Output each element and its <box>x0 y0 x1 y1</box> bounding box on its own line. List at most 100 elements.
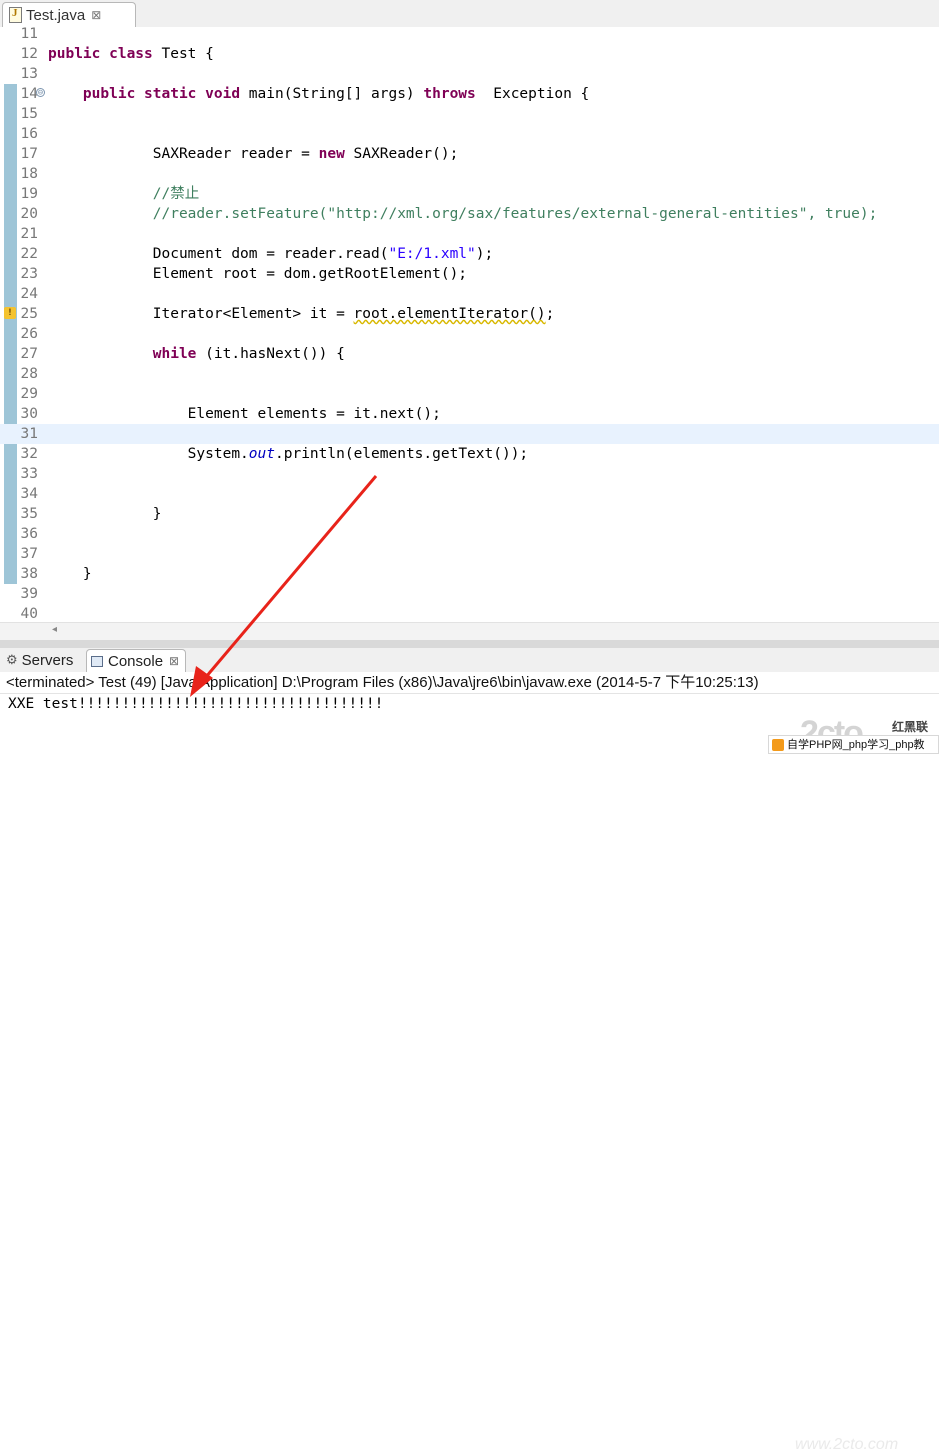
code-token: out <box>248 446 275 462</box>
tab-console-label: Console <box>108 652 164 670</box>
line-number: 32 <box>20 446 38 462</box>
code-token: //禁止 <box>152 186 200 202</box>
code-line[interactable]: 20 //reader.setFeature("http://xml.org/s… <box>0 204 939 224</box>
code-token: SAXReader reader = <box>48 146 319 162</box>
code-token: } <box>48 566 92 582</box>
line-number: 18 <box>20 166 38 182</box>
line-number: 25 <box>20 306 38 322</box>
code-text: System.out.println(elements.getText()); <box>48 444 529 464</box>
code-token: } <box>48 506 162 522</box>
code-line[interactable]: 40 <box>0 604 939 624</box>
code-text: Element root = dom.getRootElement(); <box>48 264 467 284</box>
horizontal-scrollbar[interactable]: ◂ <box>0 622 939 640</box>
code-line[interactable]: 38 } <box>0 564 939 584</box>
code-line[interactable]: 23 Element root = dom.getRootElement(); <box>0 264 939 284</box>
code-line[interactable]: 13 <box>0 64 939 84</box>
line-number: 37 <box>20 546 38 562</box>
code-line[interactable]: 28 <box>0 364 939 384</box>
code-line[interactable]: 32 System.out.println(elements.getText()… <box>0 444 939 464</box>
code-line[interactable]: 35 } <box>0 504 939 524</box>
code-token: .println(elements.getText()); <box>275 446 529 462</box>
servers-icon: ⚙ <box>6 652 18 667</box>
code-token: Element root = dom.getRootElement(); <box>48 266 468 282</box>
code-token: //reader.setFeature("http://xml.org/sax/… <box>152 206 878 222</box>
code-token: (it.hasNext()) { <box>196 346 345 362</box>
java-file-icon <box>9 7 22 23</box>
watermark-bar: 自学PHP网_php学习_php教 <box>768 735 939 754</box>
code-line[interactable]: 11 <box>0 24 939 44</box>
line-number: 19 <box>20 186 38 202</box>
line-number: 36 <box>20 526 38 542</box>
code-line[interactable]: 26 <box>0 324 939 344</box>
code-line[interactable]: 16 <box>0 124 939 144</box>
editor-tab-label: Test.java <box>26 6 86 24</box>
code-line[interactable]: 34 <box>0 484 939 504</box>
line-number: 17 <box>20 146 38 162</box>
code-token: main(String[] args) <box>240 86 424 102</box>
code-line[interactable]: 31 <box>0 424 939 444</box>
scroll-left-icon[interactable]: ◂ <box>52 624 57 635</box>
code-token: ); <box>475 246 494 262</box>
code-line[interactable]: 19 //禁止 <box>0 184 939 204</box>
code-token: SAXReader(); <box>344 146 459 162</box>
line-number: 26 <box>20 326 38 342</box>
code-token: while <box>152 346 197 362</box>
code-token: Document dom = reader.read( <box>48 246 389 262</box>
code-line[interactable]: 21 <box>0 224 939 244</box>
line-number: 14 <box>20 86 38 102</box>
close-icon[interactable]: ⊠ <box>169 654 179 668</box>
line-number: 23 <box>20 266 38 282</box>
console-output-line: XXE test!!!!!!!!!!!!!!!!!!!!!!!!!!!!!!!!… <box>8 696 384 712</box>
tab-servers[interactable]: ⚙ Servers <box>6 649 73 671</box>
code-line[interactable]: 29 <box>0 384 939 404</box>
line-number: 22 <box>20 246 38 262</box>
code-line[interactable]: 18 <box>0 164 939 184</box>
watermark-bar-icon <box>772 739 784 751</box>
code-line[interactable]: 15 <box>0 104 939 124</box>
code-token: Exception { <box>475 86 590 102</box>
line-number: 39 <box>20 586 38 602</box>
code-token: Iterator<Element> it = <box>48 306 354 322</box>
code-line[interactable]: 14 ⊖ public static void main(String[] arg… <box>0 84 939 104</box>
code-line[interactable]: 27 while (it.hasNext()) { <box>0 344 939 364</box>
code-line[interactable]: 24 <box>0 284 939 304</box>
close-icon[interactable]: ⊠ <box>91 8 101 22</box>
line-number: 15 <box>20 106 38 122</box>
code-line[interactable]: 36 <box>0 524 939 544</box>
line-number: 33 <box>20 466 38 482</box>
code-editor[interactable]: 11 12 public class Test {13 14 ⊖ public stat… <box>0 24 939 640</box>
code-line[interactable]: 12 public class Test { <box>0 44 939 64</box>
code-token: "E:/1.xml" <box>388 246 476 262</box>
code-token: System. <box>48 446 249 462</box>
code-line[interactable]: 30 Element elements = it.next(); <box>0 404 939 424</box>
line-number: 11 <box>20 26 38 42</box>
line-number: 40 <box>20 606 38 622</box>
line-number: 12 <box>20 46 38 62</box>
watermark-faint-text: www.2cto.com <box>795 1436 899 1453</box>
code-line[interactable]: 22 Document dom = reader.read("E:/1.xml"… <box>0 244 939 264</box>
fold-collapse-icon[interactable]: ⊖ <box>36 88 45 98</box>
code-token: public class <box>48 46 153 62</box>
code-line[interactable]: 17 SAXReader reader = new SAXReader(); <box>0 144 939 164</box>
line-number: 21 <box>20 226 38 242</box>
line-number: 27 <box>20 346 38 362</box>
code-line[interactable]: 33 <box>0 464 939 484</box>
code-line[interactable]: ! 25 Iterator<Element> it = root.elementI… <box>0 304 939 324</box>
code-line[interactable]: 37 <box>0 544 939 564</box>
tab-console[interactable]: Console ⊠ <box>86 649 187 672</box>
code-text: } <box>48 504 162 524</box>
line-number: 29 <box>20 386 38 402</box>
line-number: 24 <box>20 286 38 302</box>
line-number: 30 <box>20 406 38 422</box>
code-text: SAXReader reader = new SAXReader(); <box>48 144 459 164</box>
code-text: public static void main(String[] args) t… <box>48 84 589 104</box>
panel-divider[interactable] <box>0 640 939 648</box>
console-icon <box>91 655 103 667</box>
bottom-tabbar: ⚙ Servers Console ⊠ <box>0 648 939 673</box>
code-line[interactable]: 39 <box>0 584 939 604</box>
line-number: 13 <box>20 66 38 82</box>
line-number: 38 <box>20 566 38 582</box>
